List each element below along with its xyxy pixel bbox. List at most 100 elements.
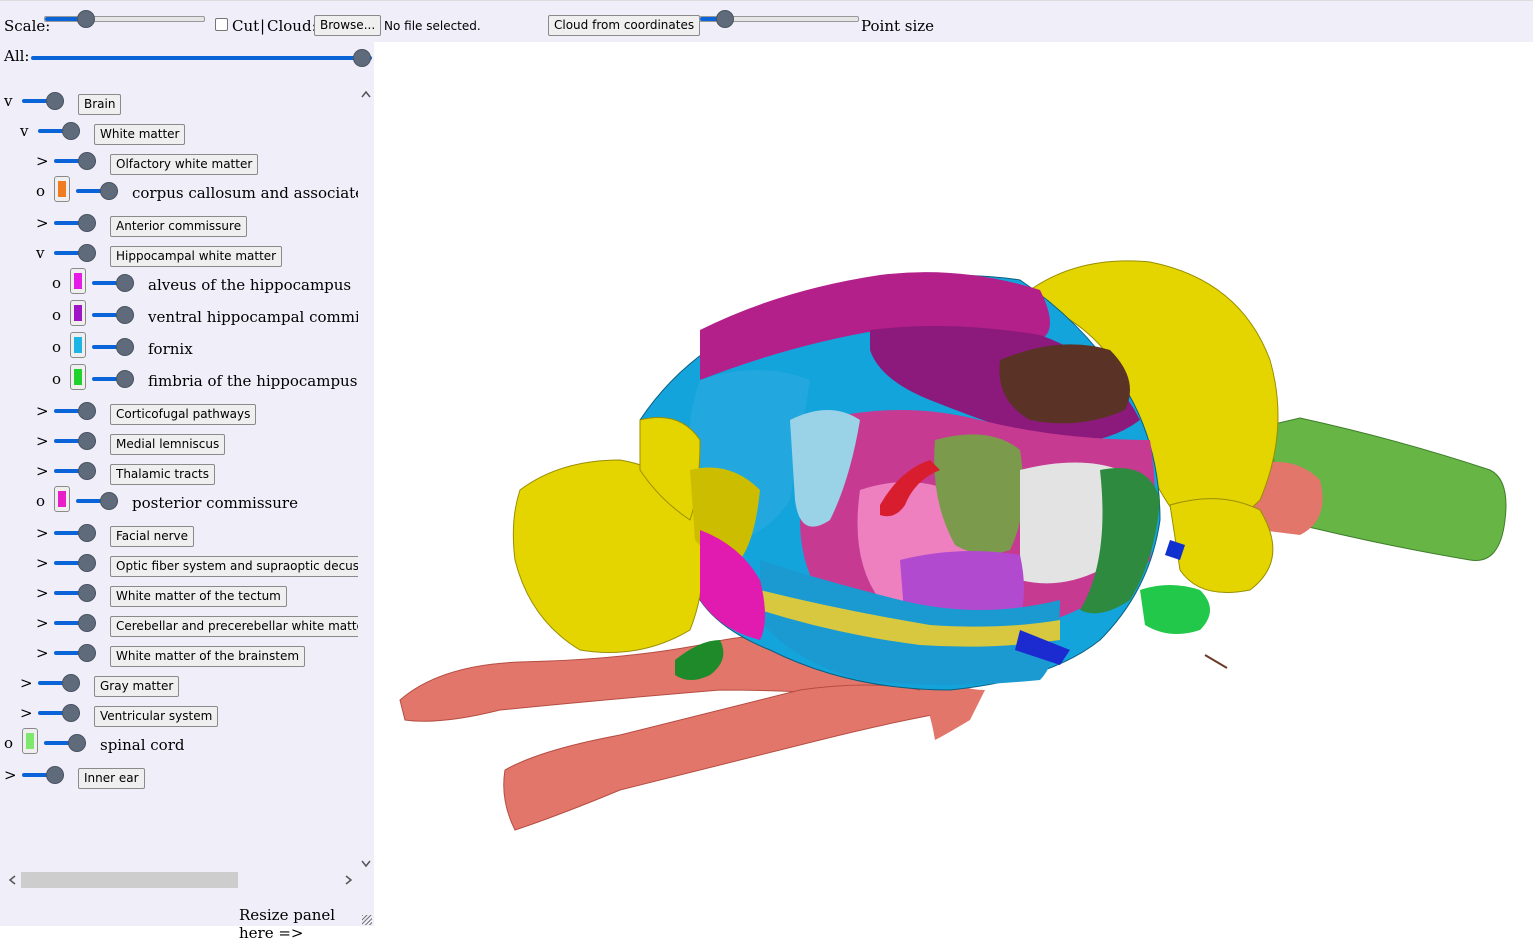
structure-button[interactable]: Anterior commissure: [110, 216, 248, 237]
opacity-slider-thumb[interactable]: [78, 524, 96, 542]
opacity-slider[interactable]: [38, 702, 88, 724]
tree-horizontal-scrollbar[interactable]: [4, 872, 356, 888]
opacity-slider-thumb[interactable]: [78, 402, 96, 420]
structure-button[interactable]: Thalamic tracts: [110, 464, 215, 485]
structure-button[interactable]: White matter of the brainstem: [110, 646, 306, 667]
opacity-slider-thumb[interactable]: [100, 492, 118, 510]
structure-button[interactable]: White matter: [94, 124, 186, 145]
opacity-slider[interactable]: [54, 552, 104, 574]
expand-toggle[interactable]: >: [36, 524, 49, 542]
structure-button[interactable]: Medial lemniscus: [110, 434, 226, 455]
opacity-slider[interactable]: [54, 460, 104, 482]
opacity-slider-thumb[interactable]: [78, 214, 96, 232]
opacity-slider-thumb[interactable]: [78, 614, 96, 632]
expand-toggle[interactable]: >: [36, 152, 49, 170]
opacity-slider-thumb[interactable]: [78, 554, 96, 572]
opacity-slider-thumb[interactable]: [78, 462, 96, 480]
color-picker[interactable]: [54, 176, 70, 202]
opacity-slider-thumb[interactable]: [78, 584, 96, 602]
opacity-slider[interactable]: [54, 150, 104, 172]
scale-slider-thumb[interactable]: [77, 10, 95, 28]
color-swatch: [74, 337, 82, 353]
opacity-slider-thumb[interactable]: [62, 704, 80, 722]
opacity-slider-thumb[interactable]: [78, 644, 96, 662]
structure-button[interactable]: Optic fiber system and supraoptic decuss…: [110, 556, 358, 577]
opacity-slider[interactable]: [22, 764, 72, 786]
expand-toggle[interactable]: v: [36, 244, 44, 262]
opacity-slider-thumb[interactable]: [68, 734, 86, 752]
structure-button[interactable]: Cerebellar and precerebellar white matte…: [110, 616, 358, 637]
opacity-slider-thumb[interactable]: [46, 766, 64, 784]
expand-toggle[interactable]: >: [36, 402, 49, 420]
opacity-slider-thumb[interactable]: [116, 370, 134, 388]
structure-button[interactable]: Gray matter: [94, 676, 180, 697]
all-opacity-thumb[interactable]: [353, 49, 371, 67]
scale-slider[interactable]: [44, 8, 205, 30]
resize-handle[interactable]: [362, 915, 372, 925]
browse-button[interactable]: Browse...: [314, 15, 382, 36]
expand-toggle[interactable]: v: [4, 92, 12, 110]
cut-checkbox[interactable]: [215, 18, 228, 31]
structure-button[interactable]: White matter of the tectum: [110, 586, 287, 607]
opacity-slider-thumb[interactable]: [116, 274, 134, 292]
opacity-slider[interactable]: [54, 642, 104, 664]
point-size-slider-thumb[interactable]: [716, 10, 734, 28]
expand-toggle[interactable]: >: [36, 644, 49, 662]
color-picker[interactable]: [70, 300, 86, 326]
structure-button[interactable]: Ventricular system: [94, 706, 219, 727]
opacity-slider-thumb[interactable]: [62, 122, 80, 140]
expand-toggle[interactable]: >: [36, 554, 49, 572]
opacity-slider-thumb[interactable]: [46, 92, 64, 110]
expand-toggle[interactable]: >: [36, 584, 49, 602]
leaf-marker: o: [52, 370, 62, 388]
structure-button[interactable]: Corticofugal pathways: [110, 404, 257, 425]
opacity-slider[interactable]: [38, 672, 88, 694]
point-size-slider[interactable]: [699, 8, 859, 30]
opacity-slider[interactable]: [76, 180, 126, 202]
opacity-slider[interactable]: [54, 522, 104, 544]
color-picker[interactable]: [70, 332, 86, 358]
structure-button[interactable]: Brain: [78, 94, 122, 115]
expand-toggle[interactable]: v: [20, 122, 28, 140]
all-opacity-slider[interactable]: [31, 47, 372, 69]
opacity-slider[interactable]: [92, 272, 142, 294]
tree-vertical-scrollbar[interactable]: [358, 86, 374, 872]
expand-toggle[interactable]: >: [36, 214, 49, 232]
color-picker[interactable]: [70, 268, 86, 294]
expand-toggle[interactable]: >: [36, 432, 49, 450]
opacity-slider[interactable]: [54, 242, 104, 264]
opacity-slider[interactable]: [22, 90, 72, 112]
opacity-slider[interactable]: [38, 120, 88, 142]
color-picker[interactable]: [54, 486, 70, 512]
opacity-slider[interactable]: [54, 612, 104, 634]
opacity-slider-thumb[interactable]: [116, 306, 134, 324]
opacity-slider[interactable]: [92, 304, 142, 326]
opacity-slider-thumb[interactable]: [100, 182, 118, 200]
expand-toggle[interactable]: >: [20, 704, 33, 722]
opacity-slider[interactable]: [44, 732, 94, 754]
cloud-from-coordinates-button[interactable]: Cloud from coordinates: [548, 15, 701, 36]
expand-toggle[interactable]: >: [36, 614, 49, 632]
expand-toggle[interactable]: >: [4, 766, 17, 784]
opacity-slider-thumb[interactable]: [78, 244, 96, 262]
structure-button[interactable]: Hippocampal white matter: [110, 246, 283, 267]
opacity-slider-thumb[interactable]: [116, 338, 134, 356]
expand-toggle[interactable]: >: [36, 462, 49, 480]
opacity-slider[interactable]: [92, 336, 142, 358]
opacity-slider-thumb[interactable]: [78, 152, 96, 170]
brain-3d-viewport[interactable]: [374, 41, 1533, 926]
expand-toggle[interactable]: >: [20, 674, 33, 692]
structure-button[interactable]: Inner ear: [78, 768, 145, 789]
opacity-slider[interactable]: [54, 400, 104, 422]
color-picker[interactable]: [22, 728, 38, 754]
opacity-slider[interactable]: [76, 490, 126, 512]
opacity-slider[interactable]: [54, 430, 104, 452]
structure-button[interactable]: Facial nerve: [110, 526, 194, 547]
structure-button[interactable]: Olfactory white matter: [110, 154, 259, 175]
opacity-slider[interactable]: [54, 582, 104, 604]
opacity-slider-thumb[interactable]: [62, 674, 80, 692]
opacity-slider[interactable]: [54, 212, 104, 234]
opacity-slider-thumb[interactable]: [78, 432, 96, 450]
opacity-slider[interactable]: [92, 368, 142, 390]
color-picker[interactable]: [70, 364, 86, 390]
